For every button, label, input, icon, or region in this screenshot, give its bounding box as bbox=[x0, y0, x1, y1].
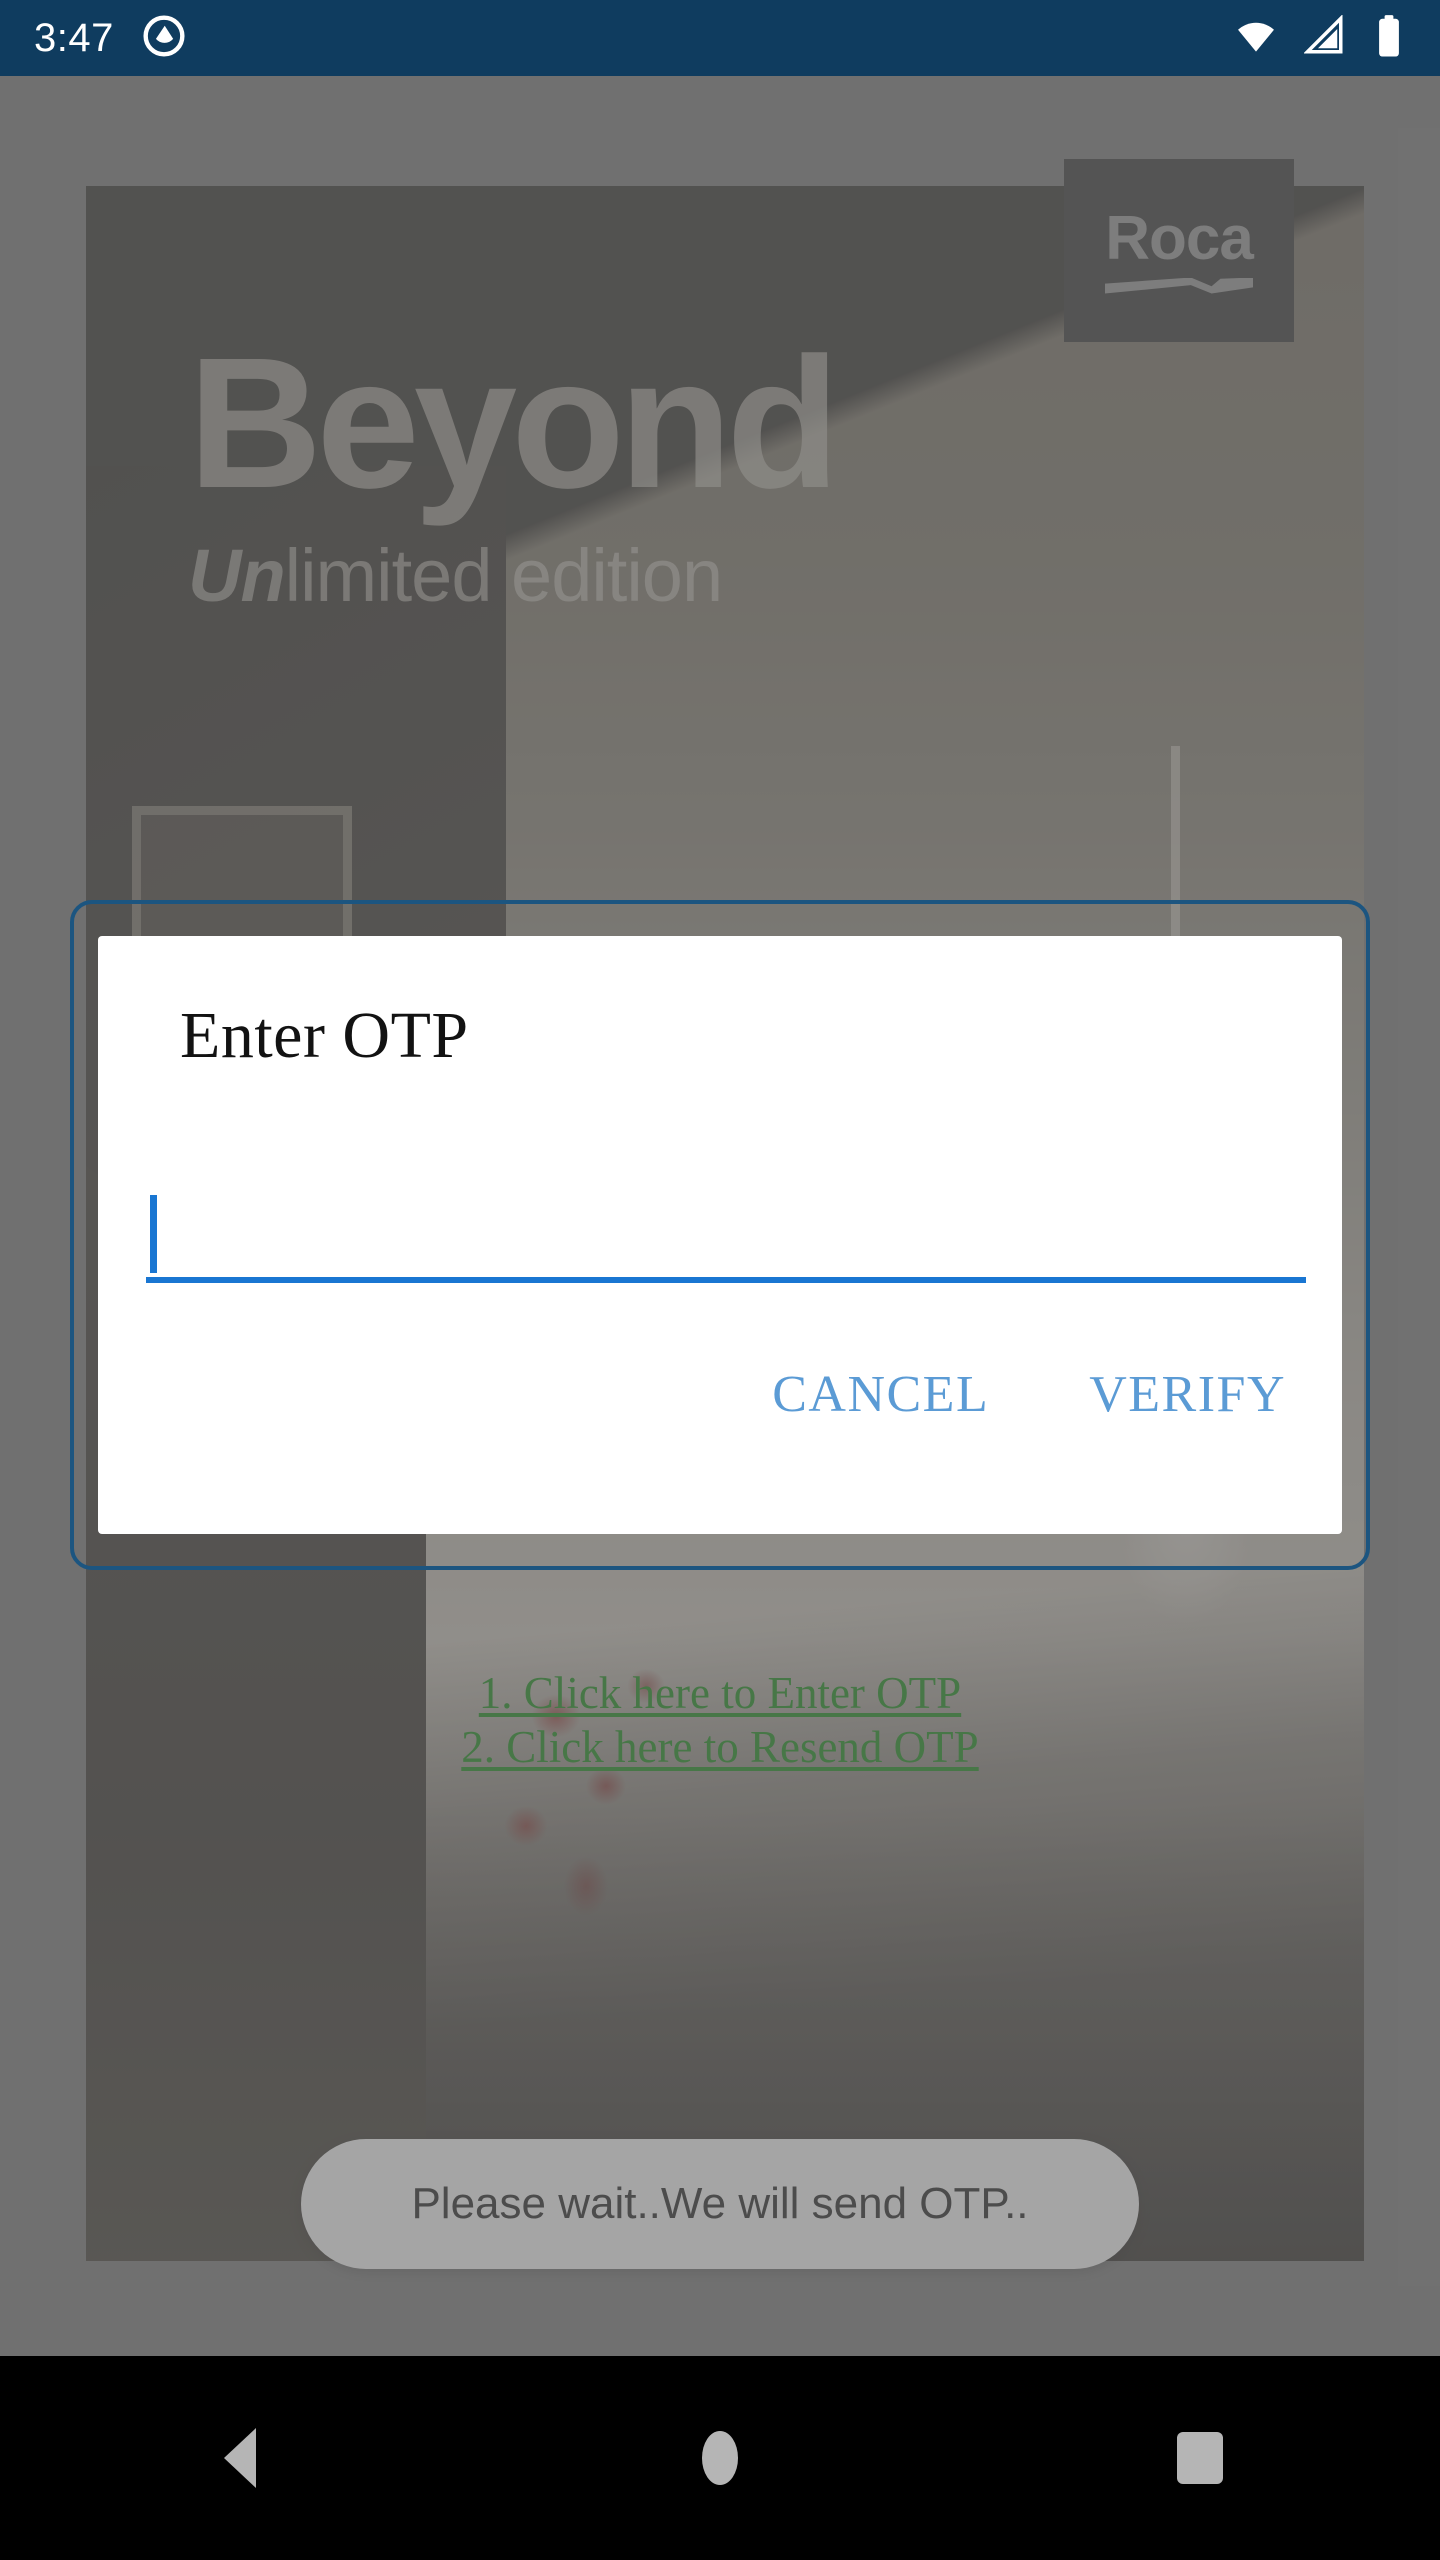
nav-back-button[interactable] bbox=[170, 2388, 310, 2528]
android-nav-bar bbox=[0, 2356, 1440, 2560]
nav-home-button[interactable] bbox=[650, 2388, 790, 2528]
nav-recents-button[interactable] bbox=[1130, 2388, 1270, 2528]
text-caret bbox=[150, 1195, 157, 1273]
otp-dialog: Enter OTP CANCEL VERIFY bbox=[70, 900, 1370, 1570]
otp-input-container[interactable] bbox=[146, 1191, 1306, 1283]
otp-input[interactable] bbox=[146, 1191, 1306, 1277]
battery-full-icon bbox=[1372, 14, 1406, 63]
home-circle-icon bbox=[702, 2431, 738, 2485]
otp-dialog-actions: CANCEL VERIFY bbox=[768, 1359, 1290, 1430]
phone-screen: Beyond Unlimited edition Roca 1. Click h… bbox=[0, 0, 1440, 2560]
recents-square-icon bbox=[1177, 2432, 1223, 2484]
otp-dialog-title: Enter OTP bbox=[180, 999, 469, 1072]
status-bar-right bbox=[1234, 13, 1406, 63]
wifi-icon bbox=[1234, 14, 1278, 63]
back-triangle-icon bbox=[224, 2428, 256, 2488]
status-bar-left: 3:47 bbox=[34, 14, 186, 63]
cellular-signal-icon bbox=[1303, 13, 1346, 62]
status-clock: 3:47 bbox=[34, 15, 114, 60]
cancel-button[interactable]: CANCEL bbox=[768, 1359, 993, 1430]
otp-dialog-card: Enter OTP CANCEL VERIFY bbox=[98, 936, 1342, 1534]
circular-app-icon bbox=[142, 14, 186, 63]
verify-button[interactable]: VERIFY bbox=[1085, 1359, 1290, 1430]
status-bar: 3:47 bbox=[0, 0, 1440, 76]
